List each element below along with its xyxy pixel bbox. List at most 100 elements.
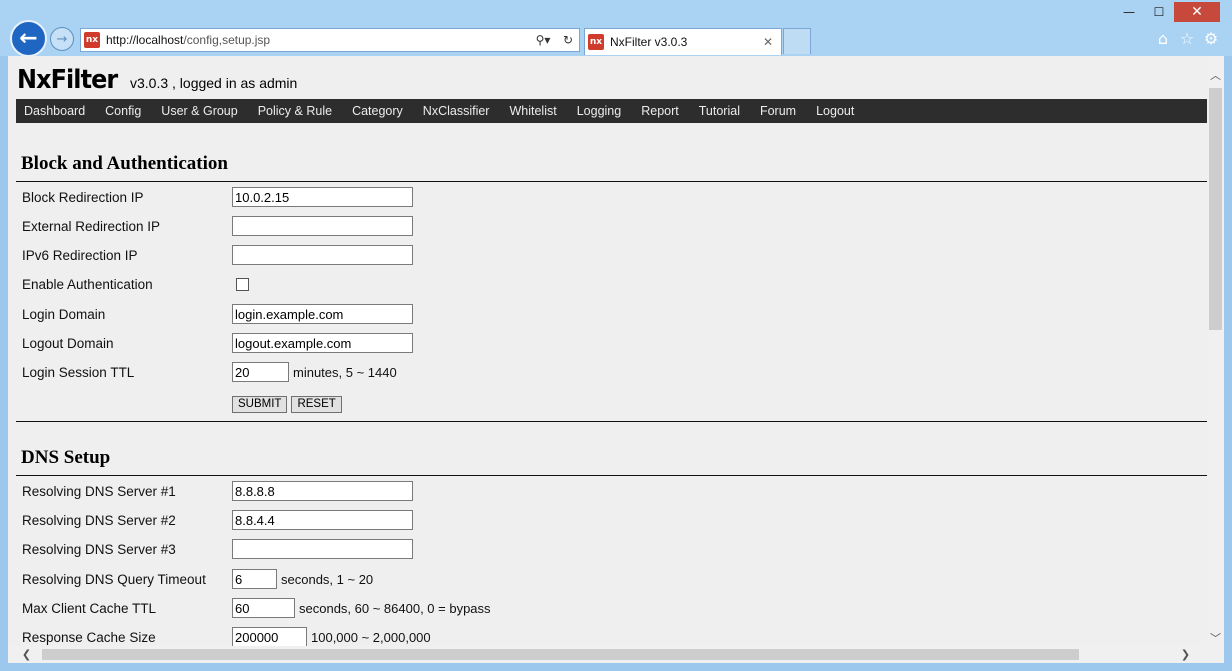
url-path: /config,setup.jsp: [183, 33, 271, 47]
field-label: Logout Domain: [22, 335, 114, 351]
favorites-star-icon[interactable]: ☆: [1178, 28, 1196, 48]
field-label: Enable Authentication: [22, 276, 153, 292]
minimize-button[interactable]: —: [1114, 2, 1144, 22]
forward-arrow-icon: →: [56, 31, 68, 47]
block-auth-heading: Block and Authentication: [21, 153, 228, 174]
nav-report[interactable]: Report: [641, 104, 679, 118]
scroll-up-icon[interactable]: ︿: [1207, 66, 1224, 83]
ipv6-redirection-ip-row: IPv6 Redirection IP: [22, 244, 1202, 266]
nav-dashboard[interactable]: Dashboard: [24, 104, 85, 118]
ipv6-redirection-ip-input[interactable]: [232, 245, 413, 265]
login-session-ttl-row: Login Session TTL 20 minutes, 5 ~ 1440: [22, 361, 1202, 383]
external-redirection-ip-input[interactable]: [232, 216, 413, 236]
brand-logo: NxFilter: [17, 65, 118, 95]
url-host: http://localhost: [106, 33, 184, 47]
address-bar[interactable]: nx http://localhost/config,setup.jsp ⚲▾ …: [80, 28, 580, 52]
browser-chrome: — ☐ ✕ ← → nx http://localhost/config,set…: [0, 0, 1232, 57]
nav-forum[interactable]: Forum: [760, 104, 796, 118]
nav-logging[interactable]: Logging: [577, 104, 622, 118]
field-label: Max Client Cache TTL: [22, 600, 157, 616]
nav-logout[interactable]: Logout: [816, 104, 854, 118]
refresh-icon[interactable]: ↻: [559, 31, 577, 49]
block-redirection-ip-input[interactable]: 10.0.2.15: [232, 187, 413, 207]
enable-authentication-checkbox[interactable]: [236, 277, 249, 291]
dns-server-2-row: Resolving DNS Server #2 8.8.4.4: [22, 509, 1202, 531]
max-client-cache-ttl-row: Max Client Cache TTL 60 seconds, 60 ~ 86…: [22, 597, 1202, 619]
reset-button[interactable]: RESET: [291, 395, 342, 413]
dns-setup-heading: DNS Setup: [21, 447, 111, 468]
horizontal-scrollbar[interactable]: ❮ ❯: [8, 646, 1224, 663]
page-header: NxFilter v3.0.3 , logged in as admin: [17, 65, 297, 95]
dns-server-2-input[interactable]: 8.8.4.4: [232, 510, 413, 530]
submit-button[interactable]: SUBMIT: [232, 395, 288, 413]
home-icon[interactable]: ⌂: [1154, 28, 1172, 48]
field-label: Resolving DNS Server #1: [22, 483, 176, 499]
login-session-ttl-input[interactable]: 20: [232, 362, 289, 382]
version-login-info: v3.0.3 , logged in as admin: [130, 75, 298, 91]
field-label: Resolving DNS Server #2: [22, 512, 176, 528]
window-controls: — ☐ ✕: [1114, 2, 1220, 22]
field-label: Resolving DNS Server #3: [22, 541, 176, 557]
field-label: External Redirection IP: [22, 218, 161, 234]
maximize-button[interactable]: ☐: [1144, 2, 1174, 22]
page-viewport: NxFilter v3.0.3 , logged in as admin Das…: [8, 56, 1224, 663]
nav-nxclassifier[interactable]: NxClassifier: [423, 104, 490, 118]
address-url[interactable]: http://localhost/config,setup.jsp: [106, 33, 529, 47]
field-hint: minutes, 5 ~ 1440: [293, 364, 397, 380]
dns-server-1-input[interactable]: 8.8.8.8: [232, 481, 413, 501]
new-tab-button[interactable]: [783, 28, 811, 54]
browser-toolbar: ⌂ ☆ ⚙: [1154, 28, 1220, 48]
section-divider: [16, 421, 1207, 422]
dns-server-3-row: Resolving DNS Server #3: [22, 538, 1202, 560]
vertical-scroll-thumb[interactable]: [1209, 88, 1222, 330]
dns-query-timeout-input[interactable]: 6: [232, 569, 277, 589]
field-hint: seconds, 1 ~ 20: [281, 571, 374, 587]
section-divider: [16, 181, 1207, 182]
field-label: Resolving DNS Query Timeout: [22, 571, 206, 587]
search-dropdown-icon[interactable]: ⚲▾: [529, 31, 557, 49]
nxfilter-favicon-icon: nx: [84, 32, 100, 48]
nav-policy-rule[interactable]: Policy & Rule: [258, 104, 332, 118]
field-hint: seconds, 60 ~ 86400, 0 = bypass: [299, 600, 491, 616]
forward-button[interactable]: →: [50, 27, 74, 51]
nav-tutorial[interactable]: Tutorial: [699, 104, 740, 118]
max-client-cache-ttl-input[interactable]: 60: [232, 598, 295, 618]
settings-gear-icon[interactable]: ⚙: [1202, 28, 1220, 48]
tab-title: NxFilter v3.0.3: [610, 35, 688, 49]
nav-category[interactable]: Category: [352, 104, 403, 118]
tab-close-icon[interactable]: ✕: [760, 35, 776, 49]
page-content: NxFilter v3.0.3 , logged in as admin Das…: [8, 56, 1207, 646]
login-domain-input[interactable]: login.example.com: [232, 304, 413, 324]
field-label: Login Domain: [22, 306, 106, 322]
block-auth-actions: SUBMIT RESET: [22, 393, 1202, 415]
dns-server-3-input[interactable]: [232, 539, 413, 559]
response-cache-size-row: Response Cache Size 200000 100,000 ~ 2,0…: [22, 626, 1202, 646]
vertical-scrollbar[interactable]: ︿ ﹀: [1207, 56, 1224, 646]
section-divider: [16, 475, 1207, 476]
external-redirection-ip-row: External Redirection IP: [22, 215, 1202, 237]
dns-server-1-row: Resolving DNS Server #1 8.8.8.8: [22, 480, 1202, 502]
logout-domain-row: Logout Domain logout.example.com: [22, 332, 1202, 354]
response-cache-size-input[interactable]: 200000: [232, 627, 307, 646]
scroll-right-icon[interactable]: ❯: [1177, 646, 1194, 663]
close-window-button[interactable]: ✕: [1174, 2, 1220, 22]
nav-config[interactable]: Config: [105, 104, 141, 118]
nav-user-group[interactable]: User & Group: [161, 104, 237, 118]
back-button[interactable]: ←: [10, 20, 47, 57]
enable-authentication-row: Enable Authentication: [22, 273, 1202, 295]
block-redirection-ip-row: Block Redirection IP 10.0.2.15: [22, 186, 1202, 208]
horizontal-scroll-thumb[interactable]: [42, 649, 1079, 660]
browser-tab[interactable]: nx NxFilter v3.0.3 ✕: [584, 28, 782, 55]
back-arrow-icon: ←: [19, 26, 38, 51]
login-domain-row: Login Domain login.example.com: [22, 303, 1202, 325]
main-nav: Dashboard Config User & Group Policy & R…: [16, 99, 1207, 123]
logout-domain-input[interactable]: logout.example.com: [232, 333, 413, 353]
nav-whitelist[interactable]: Whitelist: [509, 104, 556, 118]
dns-query-timeout-row: Resolving DNS Query Timeout 6 seconds, 1…: [22, 568, 1202, 590]
field-label: Response Cache Size: [22, 629, 156, 645]
scroll-down-icon[interactable]: ﹀: [1207, 629, 1224, 646]
field-hint: 100,000 ~ 2,000,000: [311, 629, 431, 645]
scroll-left-icon[interactable]: ❮: [18, 646, 35, 663]
tab-favicon-icon: nx: [588, 34, 604, 50]
field-label: Block Redirection IP: [22, 189, 144, 205]
